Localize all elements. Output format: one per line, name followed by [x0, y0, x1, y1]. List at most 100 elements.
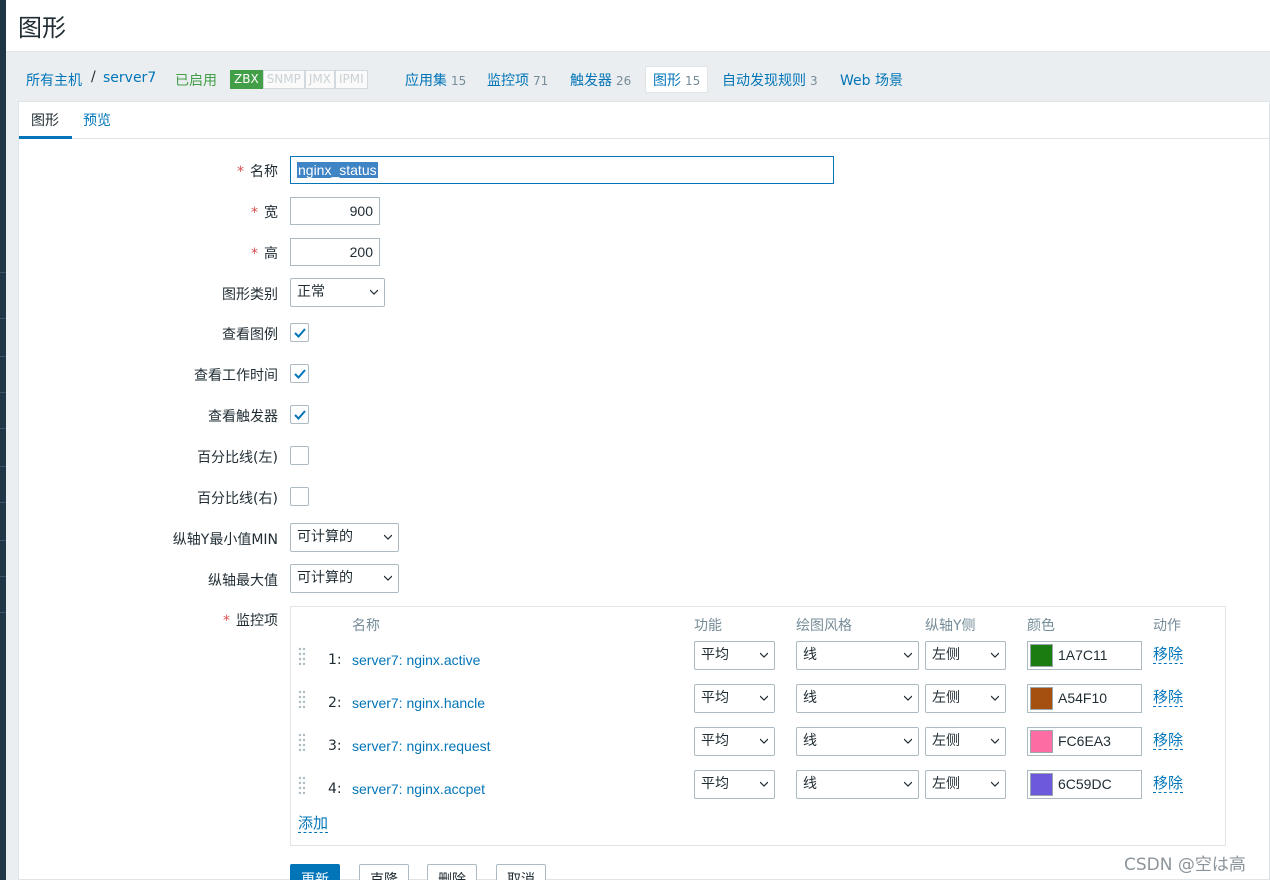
- drag-handle-icon[interactable]: [298, 733, 306, 753]
- graph-type-label: 图形类别: [222, 287, 278, 303]
- nav-graphs[interactable]: 图形 15: [645, 66, 709, 93]
- show-legend-checkbox[interactable]: [290, 323, 309, 342]
- chevron-down-icon: [760, 738, 768, 744]
- color-input[interactable]: 6C59DC: [1027, 770, 1142, 799]
- nav-web-scenarios[interactable]: Web 场景: [840, 70, 903, 90]
- function-select[interactable]: 平均: [694, 770, 775, 799]
- function-select[interactable]: 平均: [694, 641, 775, 670]
- item-name-link[interactable]: server7: nginx.active: [352, 652, 480, 668]
- chevron-down-icon: [904, 695, 912, 701]
- breadcrumb-separator: /: [91, 69, 96, 85]
- breadcrumb-host[interactable]: server7: [103, 70, 156, 86]
- zbx-badge: ZBX: [230, 70, 263, 89]
- breadcrumb-all-hosts[interactable]: 所有主机: [26, 70, 82, 90]
- draw-style-select[interactable]: 线: [796, 727, 919, 756]
- graph-type-value: 正常: [297, 284, 325, 300]
- nav-triggers[interactable]: 触发器 26: [570, 70, 631, 90]
- ymax-select[interactable]: 可计算的: [290, 564, 399, 593]
- chevron-down-icon: [370, 289, 378, 295]
- item-name-link[interactable]: server7: nginx.accpet: [352, 781, 485, 797]
- form-tabs: 图形 预览: [19, 102, 1270, 139]
- color-swatch[interactable]: [1030, 730, 1053, 753]
- draw-style-select[interactable]: 线: [796, 770, 919, 799]
- color-swatch[interactable]: [1030, 687, 1053, 710]
- chevron-down-icon: [384, 575, 392, 581]
- function-select[interactable]: 平均: [694, 684, 775, 713]
- snmp-badge: SNMP: [262, 70, 305, 89]
- y-axis-side-select[interactable]: 左侧: [925, 727, 1006, 756]
- ymin-select[interactable]: 可计算的: [290, 523, 399, 552]
- color-input[interactable]: FC6EA3: [1027, 727, 1142, 756]
- draw-style-select[interactable]: 线: [796, 684, 919, 713]
- active-tab-indicator: [19, 136, 72, 139]
- width-label: * 宽: [251, 205, 278, 221]
- chevron-down-icon: [384, 534, 392, 540]
- host-status-enabled[interactable]: 已启用: [175, 70, 217, 90]
- color-swatch[interactable]: [1030, 644, 1053, 667]
- tab-preview[interactable]: 预览: [83, 110, 111, 130]
- nav-applications[interactable]: 应用集 15: [405, 70, 466, 90]
- drag-handle-icon[interactable]: [298, 647, 306, 667]
- ymax-value: 可计算的: [297, 570, 353, 586]
- graph-type-select[interactable]: 正常: [290, 278, 385, 307]
- width-input[interactable]: 900: [290, 197, 380, 225]
- color-swatch[interactable]: [1030, 773, 1053, 796]
- y-axis-side-select[interactable]: 左侧: [925, 770, 1006, 799]
- nav-discovery-rules[interactable]: 自动发现规则 3: [722, 70, 818, 90]
- y-axis-side-select[interactable]: 左侧: [925, 641, 1006, 670]
- items-label: * 监控项: [223, 613, 278, 629]
- item-name-link[interactable]: server7: nginx.request: [352, 738, 491, 754]
- table-row: 4: server7: nginx.accpet 平均 线 左侧 6C59DC …: [291, 770, 1227, 813]
- remove-item-button[interactable]: 移除: [1153, 688, 1184, 707]
- color-input[interactable]: 1A7C11: [1027, 641, 1142, 670]
- show-working-time-label: 查看工作时间: [194, 368, 278, 384]
- show-triggers-checkbox[interactable]: [290, 405, 309, 424]
- draw-style-select[interactable]: 线: [796, 641, 919, 670]
- height-input[interactable]: 200: [290, 238, 380, 266]
- nav-items-count: 71: [533, 74, 549, 88]
- delete-button[interactable]: 删除: [427, 864, 477, 880]
- remove-item-button[interactable]: 移除: [1153, 645, 1184, 664]
- show-legend-label: 查看图例: [222, 327, 278, 343]
- ipmi-badge: IPMI: [335, 70, 368, 89]
- chevron-down-icon: [760, 695, 768, 701]
- chevron-down-icon: [991, 652, 999, 658]
- header-name: 名称: [352, 618, 380, 634]
- ymin-value: 可计算的: [297, 529, 353, 545]
- checkmark-icon: [294, 369, 306, 379]
- remove-item-button[interactable]: 移除: [1153, 774, 1184, 793]
- name-label: * 名称: [237, 164, 278, 180]
- function-select[interactable]: 平均: [694, 727, 775, 756]
- update-button[interactable]: 更新: [290, 864, 340, 880]
- nav-graphs-label: 图形: [653, 73, 681, 89]
- item-name-link[interactable]: server7: nginx.hancle: [352, 695, 485, 711]
- cancel-button[interactable]: 取消: [496, 864, 546, 880]
- header-y-axis-side: 纵轴Y侧: [925, 618, 976, 634]
- chevron-down-icon: [760, 781, 768, 787]
- header-action: 动作: [1153, 618, 1181, 634]
- nav-items-label: 监控项: [487, 73, 529, 89]
- y-axis-side-select[interactable]: 左侧: [925, 684, 1006, 713]
- row-index: 3:: [328, 738, 342, 754]
- show-working-time-checkbox[interactable]: [290, 364, 309, 383]
- nav-discovery-count: 3: [810, 74, 818, 88]
- color-input[interactable]: A54F10: [1027, 684, 1142, 713]
- checkmark-icon: [294, 328, 306, 338]
- drag-handle-icon[interactable]: [298, 776, 306, 796]
- availability-badges: ZBX SNMP JMX IPMI: [230, 70, 368, 89]
- ymin-label: 纵轴Y最小值MIN: [172, 532, 278, 548]
- percentile-left-checkbox[interactable]: [290, 446, 309, 465]
- add-item-button[interactable]: 添加: [298, 814, 329, 833]
- chevron-down-icon: [991, 738, 999, 744]
- host-navigation: 所有主机 / server7 已启用 ZBX SNMP JMX IPMI 应用集…: [6, 53, 1270, 101]
- tab-graph[interactable]: 图形: [31, 110, 59, 130]
- name-input[interactable]: nginx_status: [290, 156, 834, 184]
- percentile-right-checkbox[interactable]: [290, 487, 309, 506]
- clone-button[interactable]: 克隆: [359, 864, 409, 880]
- remove-item-button[interactable]: 移除: [1153, 731, 1184, 750]
- percentile-right-label: 百分比线(右): [197, 491, 278, 507]
- chevron-down-icon: [904, 781, 912, 787]
- nav-items[interactable]: 监控项 71: [487, 70, 548, 90]
- drag-handle-icon[interactable]: [298, 690, 306, 710]
- height-label: * 高: [251, 246, 278, 262]
